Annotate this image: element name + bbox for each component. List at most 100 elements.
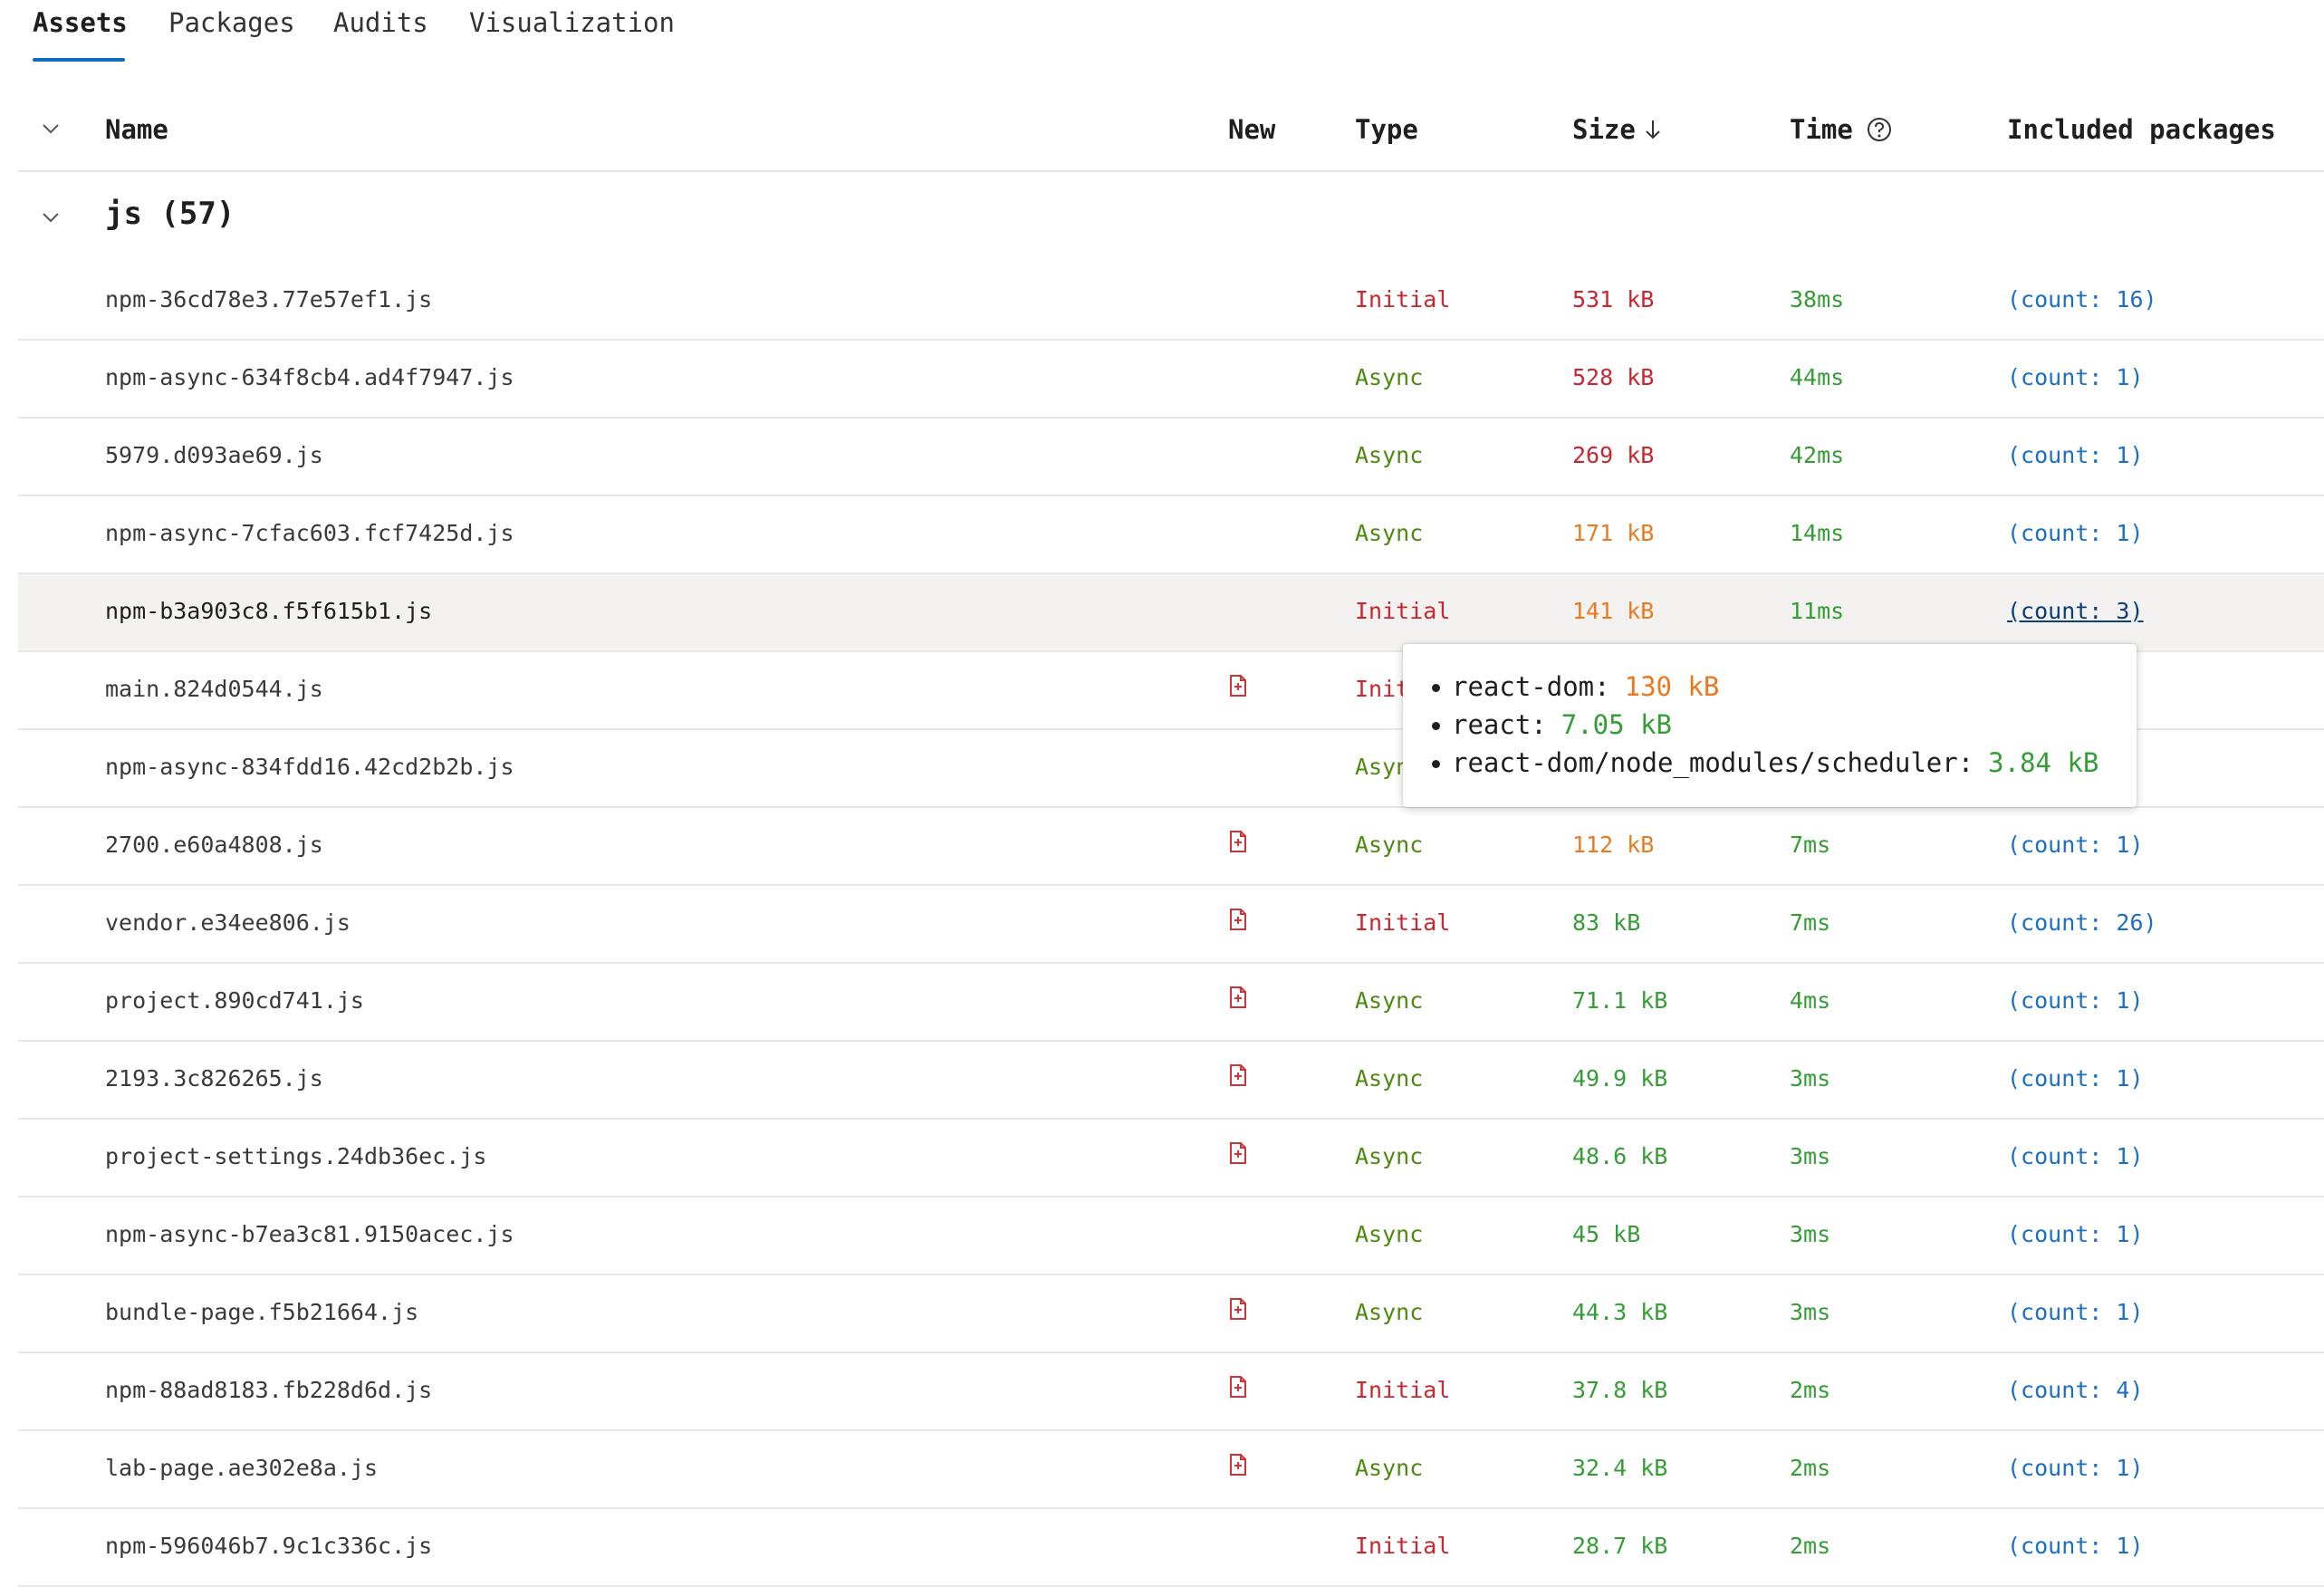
group-collapse-chevron-icon[interactable] — [36, 203, 65, 232]
new-file-icon — [1228, 1063, 1255, 1091]
group-row-js[interactable]: js (57) — [18, 172, 2324, 263]
asset-size: 37.8 kB — [1572, 1377, 1668, 1403]
asset-time: 2ms — [1790, 1455, 1831, 1481]
table-row[interactable]: npm-async-7cfac603.fcf7425d.js Async 171 k… — [18, 496, 2324, 574]
included-packages-link[interactable]: (count: 1) — [2007, 1143, 2144, 1169]
asset-type: Async — [1355, 1455, 1424, 1481]
asset-rows: npm-36cd78e3.77e57ef1.js Initial 531 kB 38m… — [18, 263, 2324, 1587]
package-size: 7.05 kB — [1561, 709, 1672, 740]
included-packages-link[interactable]: (count: 1) — [2007, 1299, 2144, 1325]
asset-time: 2ms — [1790, 1377, 1831, 1403]
asset-size: 48.6 kB — [1572, 1143, 1668, 1169]
asset-type: Async — [1355, 364, 1424, 390]
package-name: react-dom: — [1452, 671, 1610, 702]
new-file-icon — [1228, 908, 1255, 935]
column-header-name[interactable]: Name — [105, 114, 168, 145]
asset-name: project-settings.24db36ec.js — [105, 1143, 487, 1169]
asset-time: 14ms — [1790, 520, 1845, 546]
new-file-icon — [1228, 1375, 1255, 1402]
column-header-time-label: Time — [1790, 114, 1853, 145]
asset-size: 71.1 kB — [1572, 987, 1668, 1014]
included-packages-link[interactable]: (count: 1) — [2007, 1533, 2144, 1559]
included-packages-link[interactable]: (count: 1) — [2007, 520, 2144, 546]
included-packages-link[interactable]: (count: 1) — [2007, 1221, 2144, 1247]
asset-type: Async — [1355, 1143, 1424, 1169]
asset-type: Initial — [1355, 1533, 1451, 1559]
table-row[interactable]: 2700.e60a4808.js Async 112 kB 7ms (count: 1) — [18, 808, 2324, 886]
table-row[interactable]: npm-596046b7.9c1c336c.js Initial 28.7 kB 2m… — [18, 1509, 2324, 1587]
table-row[interactable]: vendor.e34ee806.js Initial 83 kB 7ms (count:… — [18, 886, 2324, 964]
asset-size: 528 kB — [1572, 364, 1655, 390]
table-row[interactable]: project.890cd741.js Async 71.1 kB 4ms (count… — [18, 964, 2324, 1042]
table-header: Name New Type Size Time Included package… — [18, 94, 2324, 172]
table-row[interactable]: npm-36cd78e3.77e57ef1.js Initial 531 kB 38m… — [18, 263, 2324, 341]
new-file-icon — [1228, 1297, 1255, 1324]
included-packages-link[interactable]: (count: 26) — [2007, 909, 2157, 936]
column-header-included-packages[interactable]: Included packages — [2007, 114, 2276, 145]
asset-name: npm-36cd78e3.77e57ef1.js — [105, 286, 433, 313]
table-row[interactable]: npm-88ad8183.fb228d6d.js Initial 37.8 kB 2m… — [18, 1353, 2324, 1431]
table-row[interactable]: 5979.d093ae69.js Async 269 kB 42ms (count: 1… — [18, 418, 2324, 496]
table-row[interactable]: npm-async-b7ea3c81.9150acec.js Async 45 kB… — [18, 1197, 2324, 1275]
included-packages-link[interactable]: (count: 1) — [2007, 364, 2144, 390]
column-header-time[interactable]: Time — [1790, 114, 1893, 145]
included-packages-link[interactable]: (count: 1) — [2007, 987, 2144, 1014]
asset-size: 83 kB — [1572, 909, 1641, 936]
asset-name: 2700.e60a4808.js — [105, 832, 323, 858]
included-packages-tooltip: react-dom: 130 kB react: 7.05 kB react-dom/n… — [1403, 644, 2137, 807]
included-packages-link[interactable]: (count: 1) — [2007, 832, 2144, 858]
asset-size: 141 kB — [1572, 598, 1655, 624]
asset-type: Async — [1355, 520, 1424, 546]
asset-size: 28.7 kB — [1572, 1533, 1668, 1559]
table-row[interactable]: project-settings.24db36ec.js Async 48.6 kB… — [18, 1120, 2324, 1197]
new-file-icon — [1228, 986, 1255, 1013]
asset-name: npm-async-7cfac603.fcf7425d.js — [105, 520, 514, 546]
asset-type: Async — [1355, 832, 1424, 858]
asset-size: 32.4 kB — [1572, 1455, 1668, 1481]
asset-type: Async — [1355, 987, 1424, 1014]
asset-type: Async — [1355, 1065, 1424, 1092]
asset-name: 2193.3c826265.js — [105, 1065, 323, 1092]
asset-name: project.890cd741.js — [105, 987, 364, 1014]
package-size: 130 kB — [1624, 671, 1720, 702]
included-packages-link[interactable]: (count: 16) — [2007, 286, 2157, 313]
asset-time: 38ms — [1790, 286, 1845, 313]
table-row[interactable]: npm-async-634f8cb4.ad4f7947.js Async 528 k… — [18, 341, 2324, 418]
tab-audits[interactable]: Audits — [333, 7, 428, 38]
asset-name: 5979.d093ae69.js — [105, 442, 323, 468]
asset-time: 7ms — [1790, 909, 1831, 936]
tooltip-package-item: react-dom/node_modules/scheduler: 3.84 kB — [1431, 744, 2099, 782]
asset-name: bundle-page.f5b21664.js — [105, 1299, 419, 1325]
tooltip-package-list: react-dom: 130 kB react: 7.05 kB react-dom/n… — [1431, 668, 2099, 782]
included-packages-link[interactable]: (count: 1) — [2007, 442, 2144, 468]
collapse-all-chevron-icon[interactable] — [36, 114, 65, 143]
asset-name: main.824d0544.js — [105, 676, 323, 702]
table-row[interactable]: npm-b3a903c8.f5f615b1.js Initial 141 kB 11m… — [18, 574, 2324, 652]
column-header-type[interactable]: Type — [1355, 114, 1418, 145]
asset-time: 44ms — [1790, 364, 1845, 390]
table-row[interactable]: lab-page.ae302e8a.js Async 32.4 kB 2ms (coun… — [18, 1431, 2324, 1509]
column-header-size[interactable]: Size — [1572, 114, 1663, 145]
tab-visualization[interactable]: Visualization — [469, 7, 675, 38]
question-circle-icon[interactable] — [1866, 116, 1893, 143]
asset-name: npm-async-634f8cb4.ad4f7947.js — [105, 364, 514, 390]
asset-size: 49.9 kB — [1572, 1065, 1668, 1092]
asset-name: npm-b3a903c8.f5f615b1.js — [105, 598, 433, 624]
column-header-new[interactable]: New — [1228, 114, 1275, 145]
included-packages-link[interactable]: (count: 3) — [2007, 598, 2144, 624]
asset-name: npm-async-834fdd16.42cd2b2b.js — [105, 754, 514, 780]
tab-bar: Assets Packages Audits Visualization — [0, 0, 2324, 63]
tab-assets[interactable]: Assets — [33, 7, 128, 38]
asset-time: 7ms — [1790, 832, 1831, 858]
tab-packages[interactable]: Packages — [168, 7, 295, 38]
included-packages-link[interactable]: (count: 1) — [2007, 1455, 2144, 1481]
asset-name: vendor.e34ee806.js — [105, 909, 351, 936]
included-packages-link[interactable]: (count: 4) — [2007, 1377, 2144, 1403]
asset-size: 269 kB — [1572, 442, 1655, 468]
asset-name: npm-596046b7.9c1c336c.js — [105, 1533, 433, 1559]
table-row[interactable]: 2193.3c826265.js Async 49.9 kB 3ms (count: 1… — [18, 1042, 2324, 1120]
package-size: 3.84 kB — [1988, 747, 2099, 778]
included-packages-link[interactable]: (count: 1) — [2007, 1065, 2144, 1092]
table-row[interactable]: bundle-page.f5b21664.js Async 44.3 kB 3ms (c… — [18, 1275, 2324, 1353]
asset-time: 3ms — [1790, 1299, 1831, 1325]
